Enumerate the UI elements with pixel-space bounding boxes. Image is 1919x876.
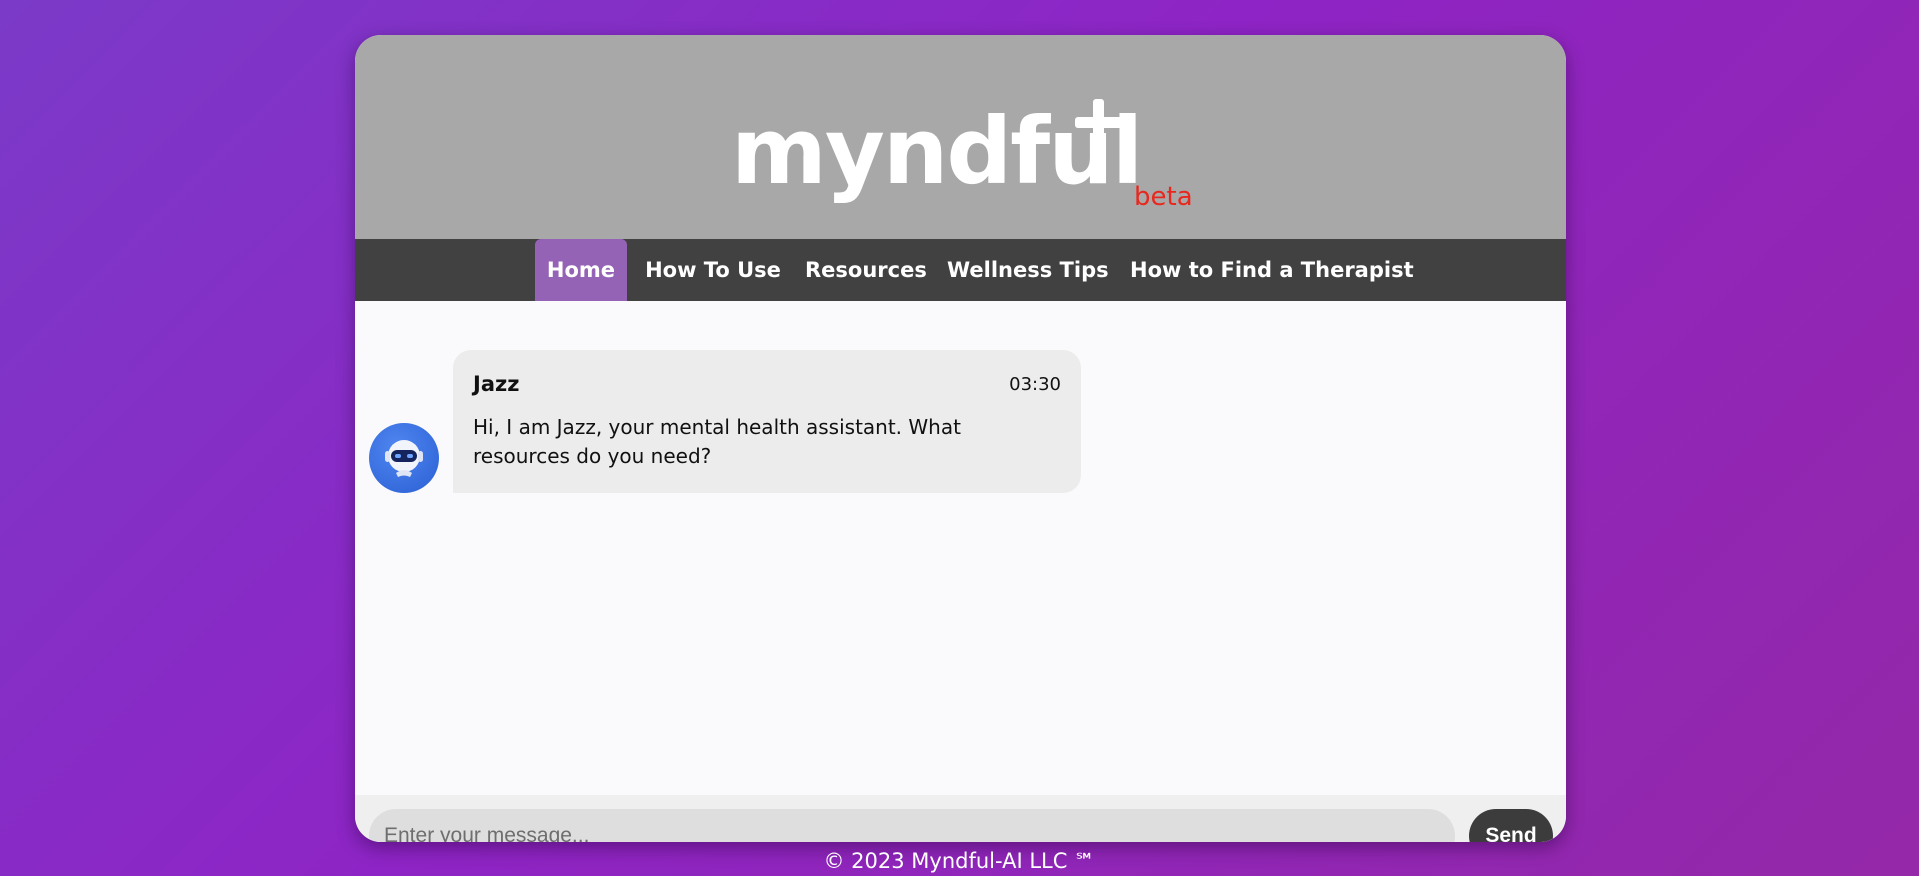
message-input[interactable] xyxy=(369,809,1455,842)
header: myndful beta xyxy=(355,35,1566,239)
nav-item-wellness-tips[interactable]: Wellness Tips xyxy=(947,239,1109,301)
main-nav: Home How To Use Resources Wellness Tips … xyxy=(355,239,1566,301)
chat-app-window: myndful beta Home How To Use Resources W… xyxy=(355,35,1566,842)
message-sender: Jazz xyxy=(473,372,520,396)
nav-item-resources[interactable]: Resources xyxy=(805,239,927,301)
plus-icon xyxy=(1075,99,1123,147)
footer-copyright: © 2023 Myndful-AI LLC ℠ xyxy=(823,849,1096,873)
robot-icon xyxy=(385,440,423,477)
message-timestamp: 03:30 xyxy=(1009,374,1061,395)
message-text: Hi, I am Jazz, your mental health assist… xyxy=(473,415,961,468)
nav-item-how-to-use[interactable]: How To Use xyxy=(639,239,787,301)
send-button[interactable]: Send xyxy=(1469,809,1553,842)
chat-area[interactable]: Jazz 03:30 Hi, I am Jazz, your mental he… xyxy=(355,301,1566,795)
beta-badge: beta xyxy=(1134,182,1193,212)
nav-item-home[interactable]: Home xyxy=(535,239,627,301)
assistant-avatar xyxy=(369,423,439,493)
composer: Send xyxy=(355,795,1566,842)
assistant-message-bubble: Jazz 03:30 Hi, I am Jazz, your mental he… xyxy=(453,350,1081,493)
nav-item-find-therapist[interactable]: How to Find a Therapist xyxy=(1130,239,1414,301)
